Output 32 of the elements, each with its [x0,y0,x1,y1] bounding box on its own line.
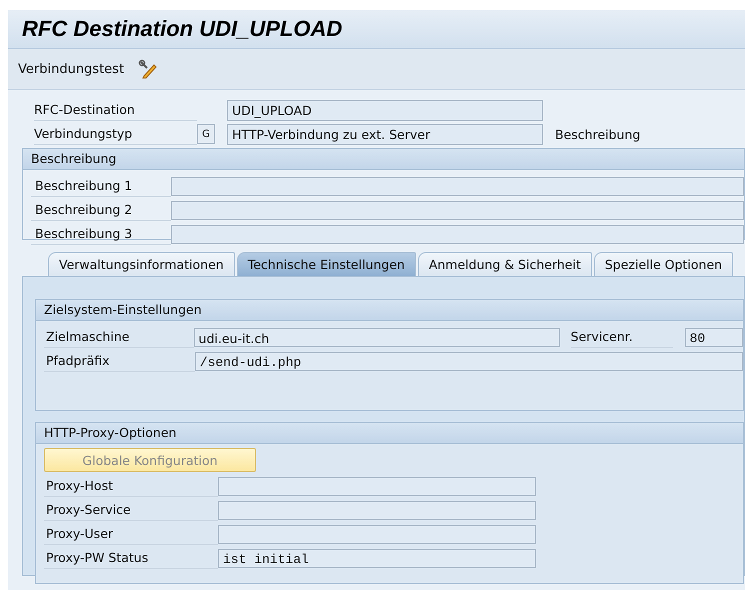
tab[interactable]: Spezielle Optionen [594,252,734,276]
field-label: Pfadpräfix [44,350,195,372]
description-field[interactable] [171,200,744,220]
destination-field[interactable]: UDI_UPLOAD [227,100,543,120]
description-field[interactable] [171,176,744,196]
field-label: RFC-Destination [34,99,197,121]
group-title: HTTP-Proxy-Optionen [36,423,743,444]
field-label: Zielmaschine [44,326,194,348]
tab[interactable]: Anmeldung & Sicherheit [418,252,592,276]
field-label: Proxy-User [44,523,218,545]
host-field[interactable]: udi.eu-it.ch [194,328,560,346]
description-field[interactable] [171,224,744,244]
proxy-field[interactable] [218,500,536,520]
tab[interactable]: Technische Einstellungen [236,252,416,276]
path-field[interactable]: /send-udi.php [194,352,743,370]
connection-test-button[interactable]: Verbindungstest [14,60,128,78]
type-field[interactable]: HTTP-Verbindung zu ext. Server [227,124,543,144]
group-title: Zielsystem-Einstellungen [36,300,743,321]
field-label: Servicenr. [570,326,673,348]
proxy-field[interactable]: ist initial [218,548,536,568]
field-label: Proxy-Service [44,499,218,521]
group-title: Beschreibung [23,149,744,170]
type-code-field[interactable]: G [197,124,215,144]
wrench-pencil-icon[interactable] [138,59,158,79]
window-title: RFC Destination UDI_UPLOAD [22,16,342,42]
field-label: Proxy-PW Status [44,547,218,569]
service-field[interactable]: 80 [684,328,744,346]
tab[interactable]: Verwaltungsinformationen [48,252,235,276]
proxy-field[interactable] [218,524,536,544]
proxy-field[interactable] [218,476,536,496]
field-label: Proxy-Host [44,475,218,497]
description-label: Beschreibung [555,126,640,142]
